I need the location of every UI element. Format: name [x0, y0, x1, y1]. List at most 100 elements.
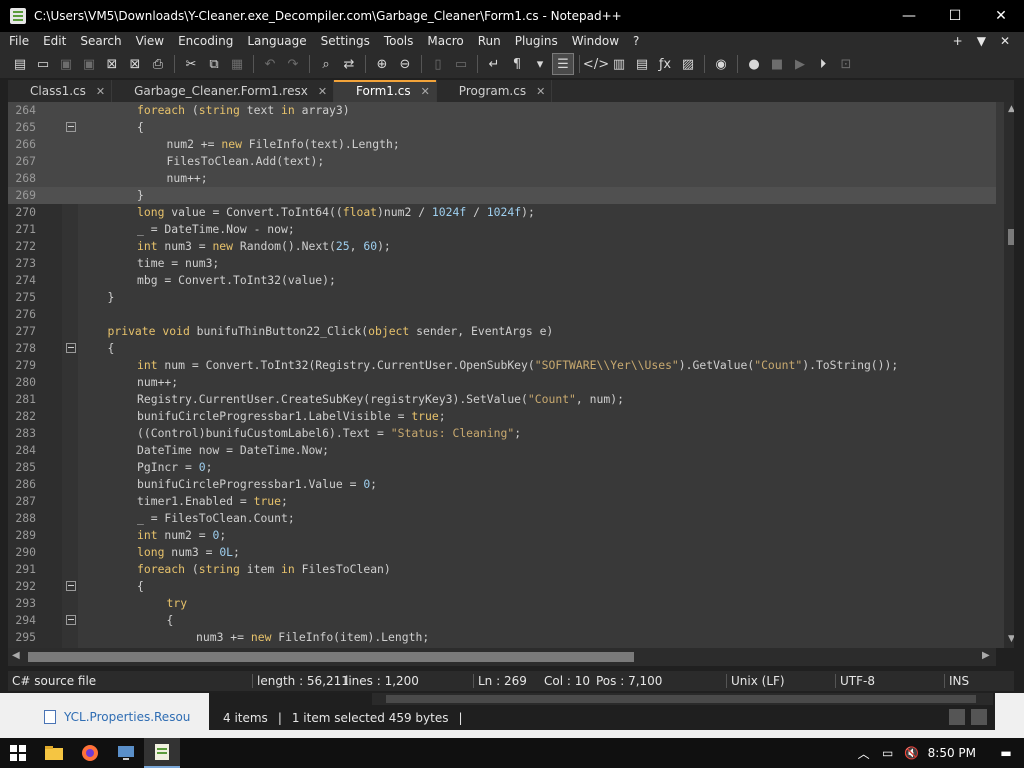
title-bar[interactable]: C:\Users\VM5\Downloads\Y-Cleaner.exe_Dec… [0, 0, 1024, 32]
tab-close-icon[interactable]: ✕ [96, 85, 105, 98]
close-document-button[interactable]: ✕ [1000, 34, 1010, 48]
code-line[interactable]: 267 FilesToClean.Add(text); [8, 153, 996, 170]
notepadpp-app-icon[interactable] [10, 8, 26, 24]
code-line[interactable]: 285 PgIncr = 0; [8, 459, 996, 476]
code-line[interactable]: 291 foreach (string item in FilesToClean) [8, 561, 996, 578]
horizontal-scroll-thumb[interactable] [28, 652, 634, 662]
redo-icon[interactable]: ↷ [283, 54, 303, 74]
code-line[interactable]: 280 num++; [8, 374, 996, 391]
paste-icon[interactable]: ▦ [227, 54, 247, 74]
notifications-icon[interactable]: ▬ [998, 745, 1014, 761]
code-line[interactable]: 278 { [8, 340, 996, 357]
chevron-up-icon[interactable]: ︿ [856, 745, 872, 761]
fold-toggle-icon[interactable] [66, 615, 76, 625]
code-line[interactable]: 294 { [8, 612, 996, 629]
word-wrap-icon[interactable]: ↵ [484, 54, 504, 74]
code-line[interactable]: 287 timer1.Enabled = true; [8, 493, 996, 510]
status-insert-mode[interactable]: INS [945, 674, 981, 688]
tab-form1-cs[interactable]: Form1.cs ✕ [334, 80, 437, 102]
new-tab-button[interactable]: + [953, 34, 963, 48]
copy-icon[interactable]: ⧉ [204, 54, 224, 74]
vertical-scroll-thumb[interactable] [1008, 229, 1014, 245]
taskbar-notepadpp[interactable] [144, 738, 180, 768]
code-line[interactable]: 284 DateTime now = DateTime.Now; [8, 442, 996, 459]
code-line[interactable]: 271 _ = DateTime.Now - now; [8, 221, 996, 238]
print-icon[interactable]: ⎙ [148, 54, 168, 74]
menu-macro[interactable]: Macro [427, 34, 463, 48]
taskbar-firefox[interactable] [72, 738, 108, 768]
volume-muted-icon[interactable]: 🔇 [904, 745, 920, 761]
clock-time[interactable]: 8:50 PM [928, 746, 976, 760]
explorer-file-item[interactable]: YCL.Properties.Resou [44, 710, 190, 724]
explorer-scroll-thumb[interactable] [386, 695, 976, 703]
large-icons-view-icon[interactable] [971, 709, 987, 725]
code-line[interactable]: 274 mbg = Convert.ToInt32(value); [8, 272, 996, 289]
code-line[interactable]: 281 Registry.CurrentUser.CreateSubKey(reg… [8, 391, 996, 408]
taskbar-system-app[interactable] [108, 738, 144, 768]
code-line[interactable]: 277 private void bunifuThinButton22_Click… [8, 323, 996, 340]
zoom-in-icon[interactable]: ⊕ [372, 54, 392, 74]
tab-class1-cs[interactable]: Class1.cs ✕ [8, 80, 113, 102]
fold-toggle-icon[interactable] [66, 122, 76, 132]
code-line[interactable]: 264 foreach (string text in array3) [8, 102, 996, 119]
minimize-button[interactable]: — [886, 0, 932, 32]
play-macro-icon[interactable]: ▶ [790, 54, 810, 74]
find-icon[interactable]: ⌕ [316, 54, 336, 74]
horizontal-scrollbar[interactable]: ◀ ▶ [8, 648, 996, 666]
menu-tools[interactable]: Tools [384, 34, 414, 48]
code-line[interactable]: 265 { [8, 119, 996, 136]
cut-icon[interactable]: ✂ [181, 54, 201, 74]
monitoring-icon[interactable]: ◉ [711, 54, 731, 74]
close-all-icon[interactable]: ⊠ [125, 54, 145, 74]
dropdown-icon[interactable]: ▾ [530, 54, 550, 74]
sync-vertical-icon[interactable]: ▯ [428, 54, 448, 74]
tab-close-icon[interactable]: ✕ [421, 85, 430, 98]
status-encoding[interactable]: UTF-8 [836, 674, 944, 688]
menu-encoding[interactable]: Encoding [178, 34, 233, 48]
code-lines[interactable]: 264 foreach (string text in array3) 265{26… [8, 102, 996, 648]
code-line[interactable]: 295 num3 += new FileInfo(item).Length; [8, 629, 996, 646]
code-line[interactable]: 289 int num2 = 0; [8, 527, 996, 544]
menu-run[interactable]: Run [478, 34, 501, 48]
code-line[interactable]: 270 long value = Convert.ToInt64((float)n… [8, 204, 996, 221]
code-line[interactable]: 282 bunifuCircleProgressbar1.LabelVisible… [8, 408, 996, 425]
scroll-left-arrow-icon[interactable]: ◀ [12, 650, 20, 661]
scroll-down-arrow-icon[interactable]: ▼ [1008, 634, 1014, 644]
tab-list-dropdown[interactable]: ▼ [977, 34, 986, 48]
replace-icon[interactable]: ⇄ [339, 54, 359, 74]
code-line[interactable]: 283 ((Control)bunifuCustomLabel6).Text = … [8, 425, 996, 442]
close-icon[interactable]: ⊠ [102, 54, 122, 74]
menu-language[interactable]: Language [247, 34, 306, 48]
stop-macro-icon[interactable]: ■ [767, 54, 787, 74]
fold-toggle-icon[interactable] [66, 581, 76, 591]
code-line[interactable]: 266 num2 += new FileInfo(text).Length; [8, 136, 996, 153]
menu-edit[interactable]: Edit [43, 34, 66, 48]
zoom-out-icon[interactable]: ⊖ [395, 54, 415, 74]
network-icon[interactable]: ▭ [880, 745, 896, 761]
status-eol[interactable]: Unix (LF) [727, 674, 835, 688]
scroll-right-arrow-icon[interactable]: ▶ [982, 650, 990, 661]
undo-icon[interactable]: ↶ [260, 54, 280, 74]
start-button[interactable] [0, 738, 36, 768]
menu-search[interactable]: Search [80, 34, 121, 48]
vertical-scrollbar[interactable]: ▲ ▼ [1004, 102, 1014, 648]
code-line[interactable]: 273 time = num3; [8, 255, 996, 272]
folder-workspace-icon[interactable]: ▨ [678, 54, 698, 74]
code-line[interactable]: 276 [8, 306, 996, 323]
code-line[interactable]: 286 bunifuCircleProgressbar1.Value = 0; [8, 476, 996, 493]
code-line[interactable]: 293 try [8, 595, 996, 612]
details-view-icon[interactable] [949, 709, 965, 725]
code-line[interactable]: 288 _ = FilesToClean.Count; [8, 510, 996, 527]
document-list-icon[interactable]: ▤ [632, 54, 652, 74]
run-macro-multiple-icon[interactable]: ⏵ [813, 54, 833, 74]
new-file-icon[interactable]: ▤ [10, 54, 30, 74]
code-line[interactable]: 272 int num3 = new Random().Next(25, 60); [8, 238, 996, 255]
language-icon[interactable]: </> [583, 54, 609, 74]
open-file-icon[interactable]: ▭ [33, 54, 53, 74]
code-editor[interactable]: 264 foreach (string text in array3) 265{26… [8, 102, 1014, 648]
document-map-icon[interactable]: ▥ [609, 54, 629, 74]
tab-close-icon[interactable]: ✕ [536, 85, 545, 98]
code-line[interactable]: 268 num++; [8, 170, 996, 187]
menu-window[interactable]: Window [572, 34, 619, 48]
save-icon[interactable]: ▣ [56, 54, 76, 74]
